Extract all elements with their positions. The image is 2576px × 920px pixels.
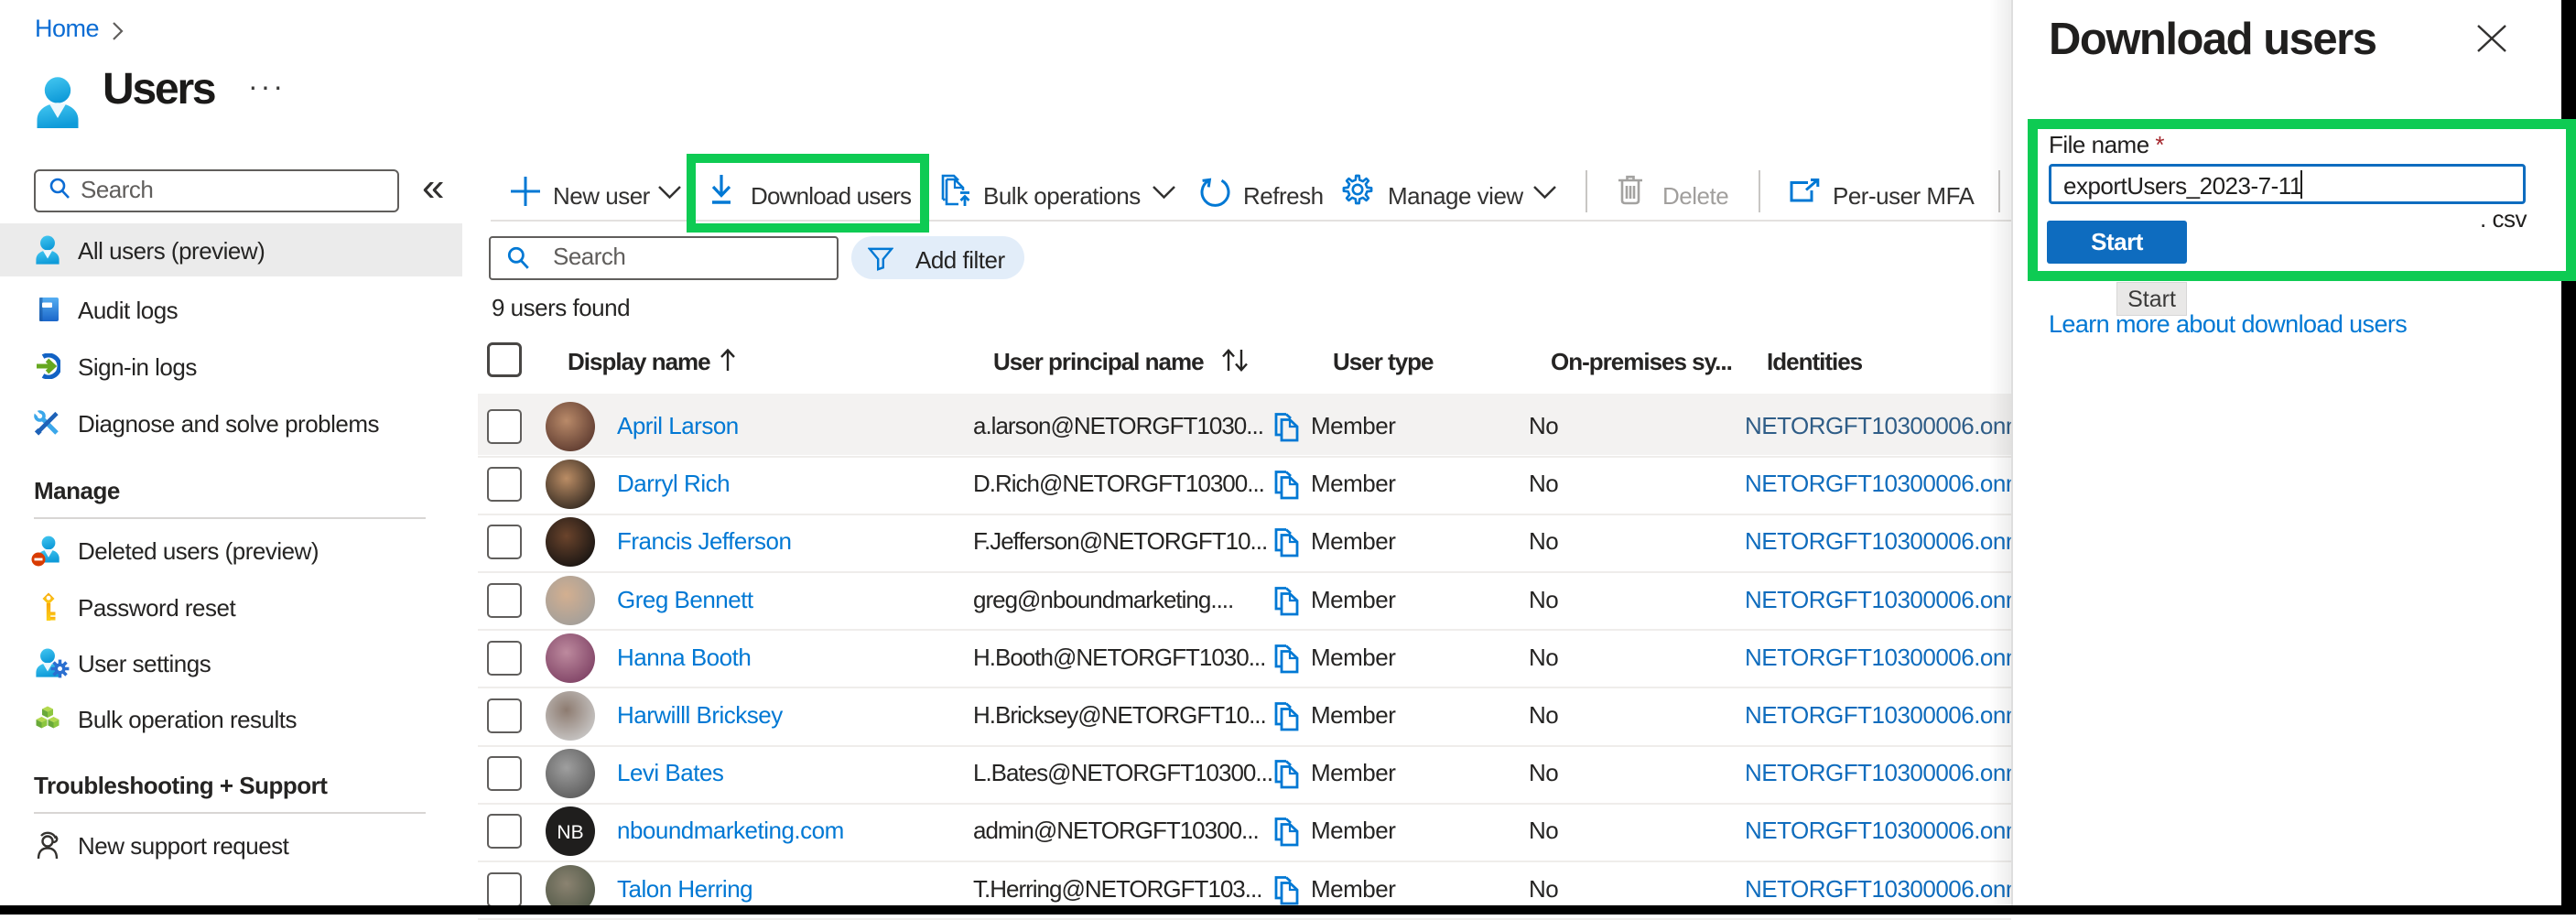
- svg-text:NB: NB: [557, 822, 583, 843]
